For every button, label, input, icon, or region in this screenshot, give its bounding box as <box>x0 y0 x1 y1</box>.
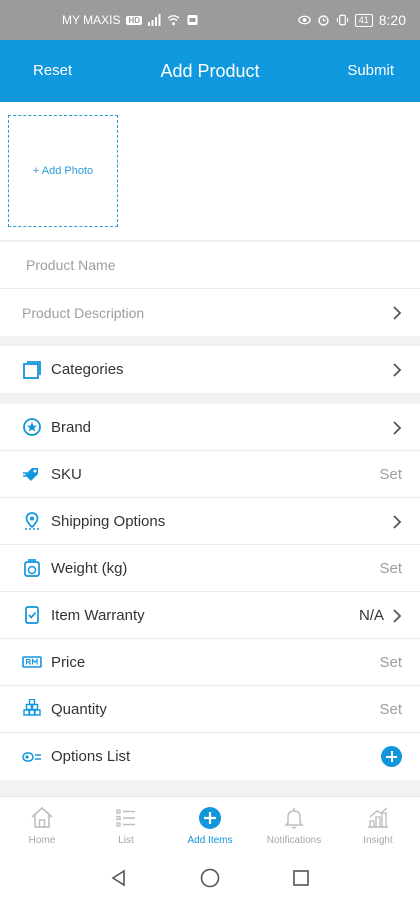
system-navigation-bar <box>0 856 420 900</box>
bottom-navigation: Home List Add Items Notifications Insigh… <box>0 796 420 857</box>
weight-row[interactable]: Weight (kg) Set <box>0 545 420 592</box>
categories-label: Categories <box>51 361 124 378</box>
battery-level: 41 <box>354 13 373 27</box>
gallery-notification-icon <box>187 15 198 25</box>
scale-icon <box>24 559 40 577</box>
signal-icon <box>148 14 161 26</box>
nav-add-items[interactable]: Add Items <box>168 797 252 857</box>
wifi-icon <box>167 15 180 26</box>
add-option-button[interactable] <box>381 746 402 767</box>
recents-square-icon[interactable] <box>291 868 311 888</box>
chevron-right-icon <box>393 608 402 623</box>
chevron-right-icon <box>393 305 402 320</box>
item-warranty-value: N/A <box>358 607 384 624</box>
item-warranty-row[interactable]: Item Warranty N/A <box>0 592 420 639</box>
chevron-right-icon <box>393 514 402 529</box>
star-badge-icon <box>23 418 41 436</box>
photo-section: + Add Photo <box>0 102 420 240</box>
product-description-field[interactable]: Product Description <box>0 289 420 336</box>
insight-icon <box>368 807 388 828</box>
list-icon <box>116 809 135 827</box>
shipping-options-label: Shipping Options <box>51 512 166 530</box>
shipping-options-row[interactable]: Shipping Options <box>0 498 420 545</box>
home-icon <box>31 806 53 828</box>
sku-icon <box>23 468 38 481</box>
categories-group: Categories <box>0 346 420 393</box>
quantity-label: Quantity <box>51 700 107 718</box>
nav-notifications-label: Notifications <box>266 835 322 846</box>
brand-row[interactable]: Brand <box>0 404 420 451</box>
sku-value: Set <box>379 466 402 483</box>
nav-home-label: Home <box>28 835 56 846</box>
product-name-field[interactable]: Product Name <box>0 242 420 289</box>
sku-label: SKU <box>51 465 82 483</box>
add-circle-icon <box>199 807 221 829</box>
nav-insight-label: Insight <box>363 835 393 846</box>
options-list-row[interactable]: Options List <box>0 733 420 780</box>
details-group: Brand SKU Set Shipping Options Weight (k… <box>0 404 420 780</box>
nav-list[interactable]: List <box>84 797 168 857</box>
chevron-right-icon <box>393 362 402 377</box>
reset-button[interactable]: Reset <box>33 40 72 102</box>
vibrate-icon <box>336 14 348 26</box>
network-badge: HD <box>126 15 143 25</box>
status-bar: MY MAXIS HD 41 8:20 <box>0 0 420 40</box>
submit-button[interactable]: Submit <box>347 40 394 102</box>
rm-price-icon <box>22 656 42 668</box>
basic-info-group: Product Name Product Description <box>0 242 420 336</box>
weight-label: Weight (kg) <box>51 559 128 577</box>
nav-notifications[interactable]: Notifications <box>252 797 336 857</box>
brand-label: Brand <box>51 418 92 436</box>
home-circle-icon[interactable] <box>199 867 221 889</box>
categories-icon <box>23 360 41 379</box>
quantity-row[interactable]: Quantity Set <box>0 686 420 733</box>
add-photo-button[interactable]: + Add Photo <box>8 115 118 227</box>
price-label: Price <box>51 653 86 671</box>
nav-insight[interactable]: Insight <box>336 797 420 857</box>
eye-icon <box>298 15 311 25</box>
product-name-placeholder: Product Name <box>26 257 116 273</box>
clock: 8:20 <box>378 12 406 28</box>
options-list-icon <box>22 751 41 762</box>
product-description-placeholder: Product Description <box>22 304 145 321</box>
carrier-name: MY MAXIS <box>62 13 121 27</box>
weight-value: Set <box>379 560 402 577</box>
alarm-icon <box>318 15 329 26</box>
sku-row[interactable]: SKU Set <box>0 451 420 498</box>
categories-row[interactable]: Categories <box>0 346 420 393</box>
options-list-label: Options List <box>51 748 131 765</box>
bell-icon <box>284 808 304 829</box>
warranty-icon <box>25 606 39 624</box>
back-triangle-icon[interactable] <box>109 868 129 888</box>
nav-home[interactable]: Home <box>0 797 84 857</box>
chevron-right-icon <box>393 420 402 435</box>
nav-list-label: List <box>118 835 134 846</box>
nav-add-items-label: Add Items <box>187 835 233 846</box>
price-row[interactable]: Price Set <box>0 639 420 686</box>
quantity-value: Set <box>379 701 402 718</box>
location-pin-icon <box>25 512 39 530</box>
price-value: Set <box>379 654 402 671</box>
boxes-icon <box>23 699 41 716</box>
app-header: Reset Add Product Submit <box>0 40 420 102</box>
item-warranty-label: Item Warranty <box>51 606 145 624</box>
